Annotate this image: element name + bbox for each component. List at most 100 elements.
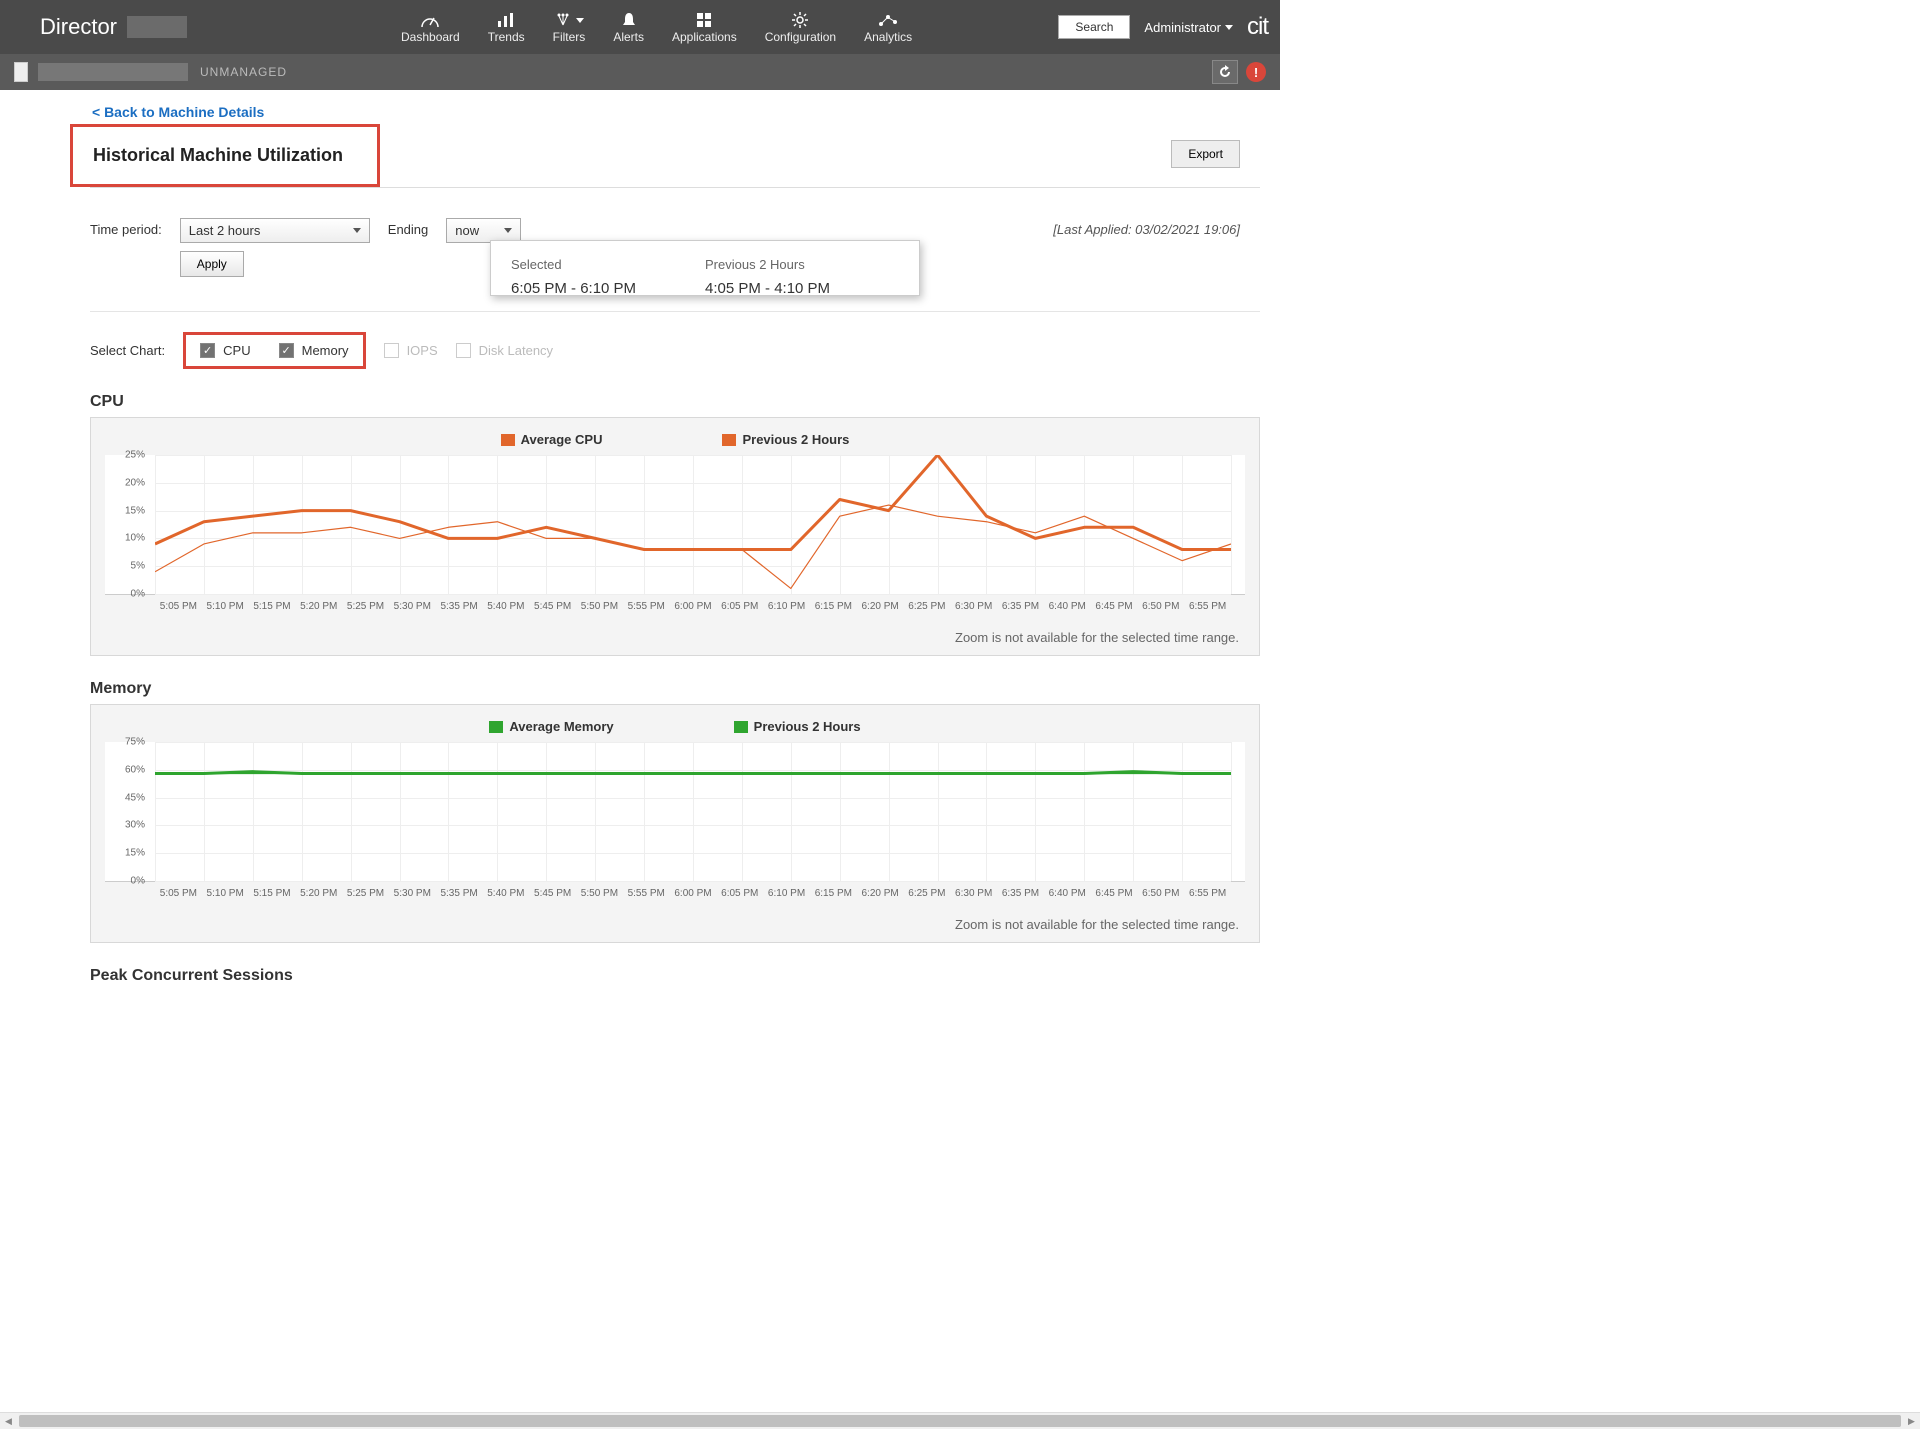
refresh-button[interactable] [1212, 60, 1238, 84]
cpu-checkbox[interactable]: ✓ CPU [200, 343, 250, 358]
chart-svg [155, 455, 1231, 594]
machine-name [38, 63, 188, 81]
memory-checkbox[interactable]: ✓ Memory [279, 343, 349, 358]
popover-prev-val: 4:05 PM - 4:10 PM [705, 280, 899, 296]
legend-swatch-icon [734, 721, 748, 733]
latency-label: Disk Latency [479, 343, 553, 358]
nav-label: Dashboard [401, 30, 460, 44]
select-chart-row: Select Chart: ✓ CPU ✓ Memory IOPS Disk L… [90, 332, 1260, 369]
x-axis: 5:05 PM5:10 PM5:15 PM5:20 PM5:25 PM5:30 … [105, 601, 1245, 612]
legend-swatch-icon [489, 721, 503, 733]
popover-selected-head: Selected [511, 257, 705, 272]
zoom-note: Zoom is not available for the selected t… [105, 630, 1245, 645]
nav-configuration[interactable]: Configuration [751, 4, 850, 50]
machine-status: UNMANAGED [200, 65, 287, 79]
x-tick-label: 5:40 PM [482, 888, 529, 899]
nav-filters[interactable]: Filters [539, 4, 600, 50]
y-tick-label: 10% [125, 533, 145, 544]
alert-badge[interactable]: ! [1246, 62, 1266, 82]
x-tick-label: 5:30 PM [389, 601, 436, 612]
last-applied: [Last Applied: 03/02/2021 19:06] [1053, 218, 1240, 237]
content: < Back to Machine Details Historical Mac… [0, 90, 1280, 1021]
nav-right: Search Administrator cit [1058, 13, 1280, 41]
admin-menu[interactable]: Administrator [1144, 20, 1233, 35]
x-tick-label: 5:50 PM [576, 601, 623, 612]
cpu-label: CPU [223, 343, 250, 358]
x-tick-label: 5:10 PM [202, 601, 249, 612]
x-tick-label: 6:45 PM [1091, 601, 1138, 612]
checkbox-unchecked-icon [384, 343, 399, 358]
y-tick-label: 0% [131, 589, 145, 600]
legend-item: Previous 2 Hours [722, 432, 849, 447]
x-tick-label: 5:15 PM [249, 601, 296, 612]
time-period-select[interactable]: Last 2 hours [180, 218, 370, 243]
y-tick-label: 15% [125, 505, 145, 516]
checkbox-unchecked-icon [456, 343, 471, 358]
nav-alerts[interactable]: Alerts [599, 4, 658, 50]
latency-checkbox: Disk Latency [456, 343, 553, 358]
divider [90, 187, 1260, 188]
nav-center: Dashboard Trends Filters Alerts Applicat… [387, 4, 926, 50]
apply-button[interactable]: Apply [180, 251, 244, 277]
memory-label: Memory [302, 343, 349, 358]
chart-plot: 0%5%10%15%20%25% [105, 455, 1245, 595]
chart-title: Memory [90, 680, 1260, 698]
x-tick-label: 6:10 PM [763, 888, 810, 899]
brand: Director [40, 14, 117, 40]
x-axis: 5:05 PM5:10 PM5:15 PM5:20 PM5:25 PM5:30 … [105, 888, 1245, 899]
x-tick-label: 6:50 PM [1137, 888, 1184, 899]
iops-label: IOPS [407, 343, 438, 358]
nav-label: Alerts [613, 30, 644, 44]
chart-svg [155, 742, 1231, 881]
title-highlight: Historical Machine Utilization [70, 124, 380, 187]
x-tick-label: 6:05 PM [716, 601, 763, 612]
iops-checkbox: IOPS [384, 343, 438, 358]
y-tick-label: 20% [125, 477, 145, 488]
legend-item: Average CPU [501, 432, 603, 447]
x-tick-label: 5:40 PM [482, 601, 529, 612]
page-title: Historical Machine Utilization [93, 145, 343, 166]
chart-cpu: CPUAverage CPUPrevious 2 Hours0%5%10%15%… [90, 393, 1260, 656]
nav-dashboard[interactable]: Dashboard [387, 4, 474, 50]
x-tick-label: 5:20 PM [295, 601, 342, 612]
chart-box: Average CPUPrevious 2 Hours0%5%10%15%20%… [90, 417, 1260, 656]
nav-trends[interactable]: Trends [474, 4, 539, 50]
x-tick-label: 6:40 PM [1044, 601, 1091, 612]
chevron-down-icon [353, 228, 361, 233]
x-tick-label: 6:25 PM [904, 601, 951, 612]
gauge-icon [420, 10, 440, 30]
search-button[interactable]: Search [1058, 15, 1130, 39]
nav-applications[interactable]: Applications [658, 4, 751, 50]
bell-icon [621, 10, 637, 30]
y-tick-label: 60% [125, 764, 145, 775]
back-link[interactable]: < Back to Machine Details [92, 104, 1260, 120]
chart-plot: 0%15%30%45%60%75% [105, 742, 1245, 882]
nav-label: Applications [672, 30, 737, 44]
x-tick-label: 6:00 PM [670, 888, 717, 899]
x-tick-label: 6:25 PM [904, 888, 951, 899]
scroll-right-icon[interactable]: ▶ [1903, 1413, 1920, 1429]
nav-analytics[interactable]: Analytics [850, 4, 926, 50]
x-tick-label: 5:25 PM [342, 888, 389, 899]
x-tick-label: 5:15 PM [249, 888, 296, 899]
x-tick-label: 5:20 PM [295, 888, 342, 899]
x-tick-label: 6:55 PM [1184, 888, 1231, 899]
scroll-left-icon[interactable]: ◀ [0, 1413, 17, 1429]
x-tick-label: 6:55 PM [1184, 601, 1231, 612]
time-period-value: Last 2 hours [189, 223, 261, 238]
scrollbar-thumb[interactable] [19, 1415, 1901, 1427]
gear-icon [791, 10, 809, 30]
x-tick-label: 6:05 PM [716, 888, 763, 899]
x-tick-label: 5:30 PM [389, 888, 436, 899]
legend-swatch-icon [722, 434, 736, 446]
grid-icon [696, 10, 712, 30]
x-tick-label: 6:30 PM [950, 601, 997, 612]
x-tick-label: 5:55 PM [623, 601, 670, 612]
horizontal-scrollbar[interactable]: ◀ ▶ [0, 1412, 1920, 1429]
bar-chart-icon [497, 10, 515, 30]
chevron-down-icon [504, 228, 512, 233]
export-button[interactable]: Export [1171, 140, 1240, 168]
nav-label: Filters [553, 30, 586, 44]
plot-area [155, 742, 1231, 881]
chevron-down-icon [1225, 25, 1233, 30]
